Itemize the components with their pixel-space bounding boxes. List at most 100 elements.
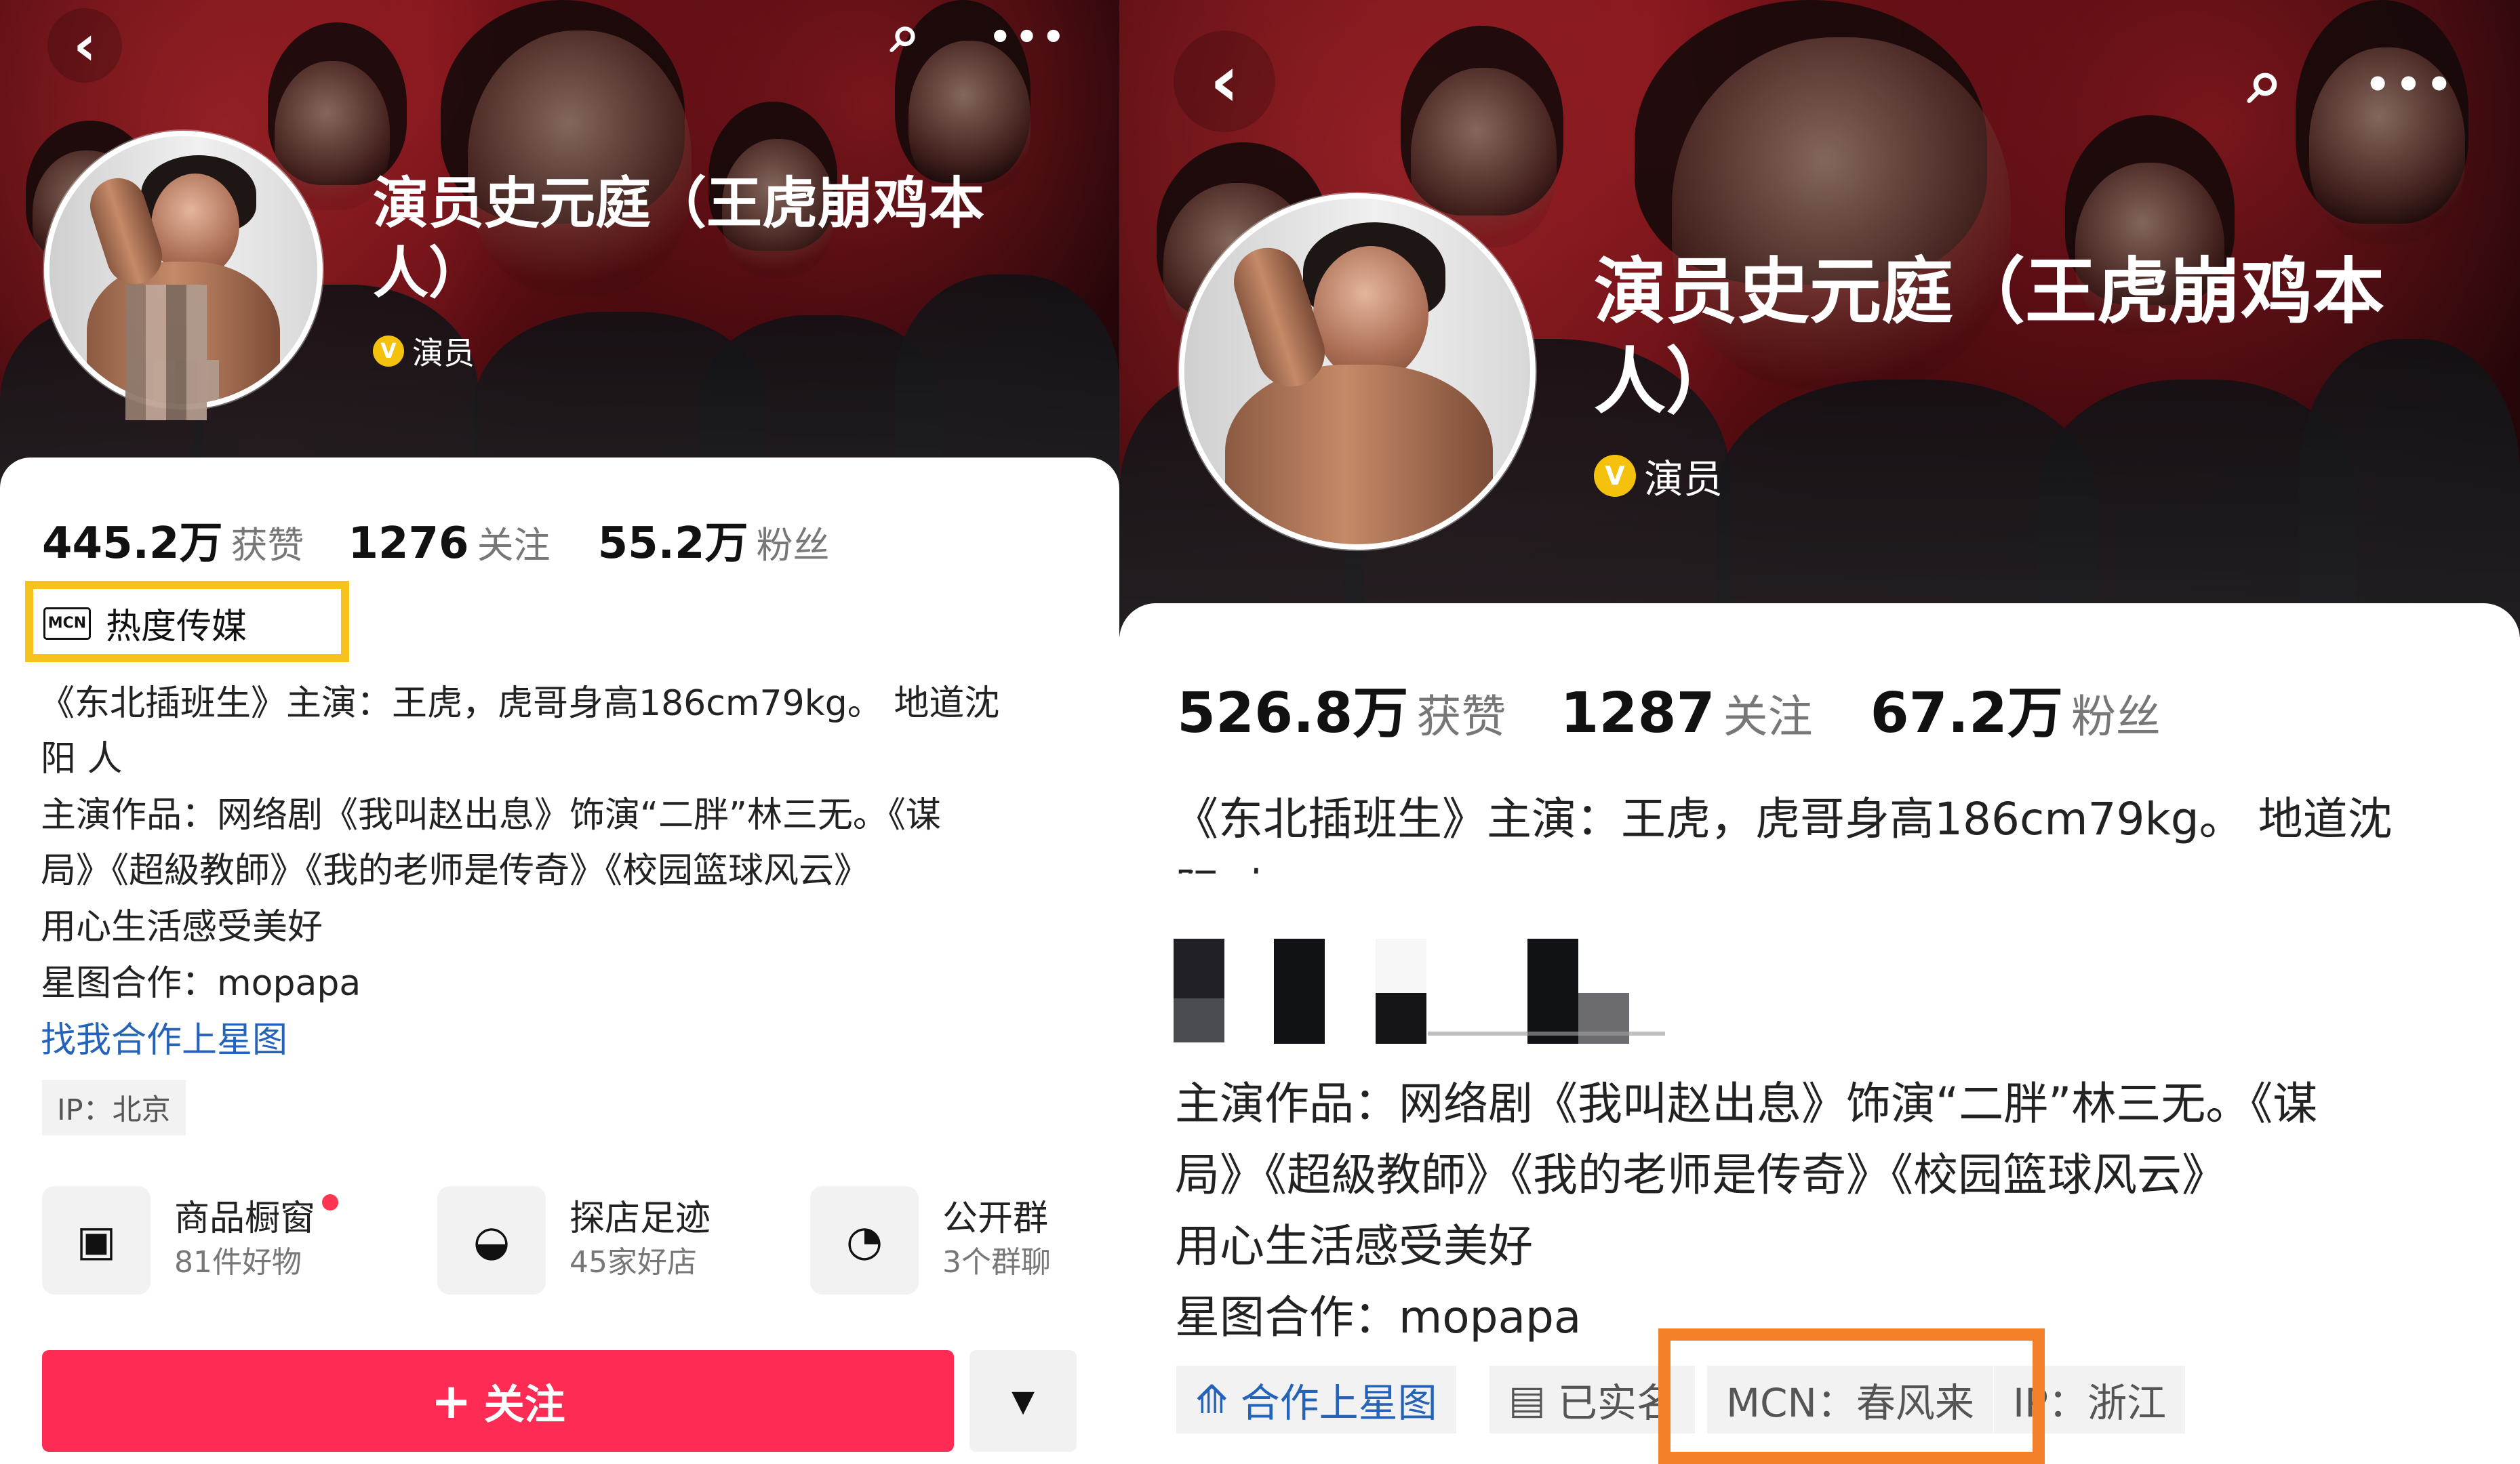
bio-line: 主演作品：网络剧《我叫赵出息》饰演“二胖”林三无。《谋 (1175, 1078, 2318, 1130)
follow-button-label: 关注 (483, 1381, 565, 1429)
following-value[interactable]: 1276 (348, 518, 468, 569)
mcn-name: 热度传媒 (106, 607, 247, 647)
avatar-person-head (1313, 246, 1428, 382)
bio-line: 用心生活感受美好 (1175, 1220, 1533, 1272)
id-card-icon: ▤ (1508, 1377, 1546, 1423)
profile-avatar[interactable] (1179, 193, 1536, 550)
xingtu-icon: ⟰ (1195, 1377, 1228, 1423)
xingtu-chip-label: 合作上星图 (1240, 1380, 1437, 1426)
followers-stat[interactable]: 67.2万 粉丝 (1871, 668, 2161, 748)
bio-line: 阳 人 (41, 739, 123, 779)
store-visits-count: 45家好店 (569, 1244, 697, 1280)
public-group-entry[interactable]: ◔ 公开群 3个群聊 (810, 1186, 1051, 1295)
right-profile-screen: ‹ ⌕ ••• 演员史元庭（王虎崩鸡本 人） V 演员 526.8万 获赞 12… (1119, 0, 2520, 1464)
verification-label: 演员 (1644, 456, 1723, 502)
following-stat[interactable]: 1287 关注 (1560, 680, 1812, 746)
bio-line: 阳 人 (1175, 864, 1279, 916)
profile-title-line-1: 演员史元庭（王虎崩鸡本 (373, 171, 985, 236)
group-chat-icon: ◔ (810, 1186, 919, 1295)
profile-title-line-2: 人） (1594, 340, 1738, 424)
store-visits-title: 探店足迹 (569, 1198, 711, 1239)
shop-window-title: 商品橱窗 (174, 1194, 339, 1241)
xingtu-chip[interactable]: ⟰ 合作上星图 (1176, 1366, 1456, 1434)
following-label[interactable]: 关注 (477, 515, 551, 569)
pixelated-redaction-block (1578, 993, 1629, 1044)
bio-line: 局》《超級教師》《我的老师是传奇》《校园篮球风云》 (41, 851, 870, 891)
left-profile-screen: ‹ ⌕ ••• 演员史元庭（王虎崩鸡本 人） V 演员 445.2万 获赞 12… (0, 0, 1119, 1464)
shop-window-entry[interactable]: ▣ 商品橱窗 81件好物 (42, 1186, 339, 1295)
profile-title-line-1: 演员史元庭（王虎崩鸡本 (1594, 250, 2384, 333)
bio-line: 主演作品：网络剧《我叫赵出息》饰演“二胖”林三无。《谋 (41, 795, 941, 836)
followers-stat[interactable]: 55.2万 粉丝 (598, 508, 830, 571)
public-group-text: 公开群 3个群聊 (942, 1197, 1051, 1284)
store-visits-text: 探店足迹 45家好店 (569, 1197, 711, 1284)
shop-window-count: 81件好物 (174, 1244, 302, 1280)
likes-label: 获赞 (231, 524, 304, 567)
pixelated-redaction-text (1428, 1032, 1665, 1036)
pixelated-redaction-block (1174, 998, 1224, 1042)
shop-window-text: 商品橱窗 81件好物 (174, 1194, 339, 1284)
bio-line: 星图合作：mopapa (1175, 1291, 1582, 1343)
comparison-screenshot: ‹ ⌕ ••• 演员史元庭（王虎崩鸡本 人） V 演员 445.2万 获赞 12… (0, 0, 2520, 1464)
back-icon[interactable]: ‹ (1174, 30, 1275, 132)
public-group-title: 公开群 (942, 1198, 1049, 1239)
profile-info-card: 445.2万 获赞 1276 关注 55.2万 粉丝 MCN 热度传媒 《东北插… (0, 458, 1119, 1464)
likes-label: 获赞 (1416, 691, 1506, 743)
follow-button[interactable]: + 关注 (42, 1350, 954, 1452)
followers-value[interactable]: 67.2万 (1871, 668, 2063, 748)
real-name-chip: ▤ 已实名 (1489, 1366, 1695, 1434)
profile-stats: 526.8万 获赞 1287 关注 67.2万 粉丝 (1177, 668, 2161, 748)
shop-window-icon: ▣ (42, 1186, 151, 1295)
pixelated-redaction-block (1376, 939, 1426, 993)
followers-label[interactable]: 粉丝 (2071, 680, 2161, 746)
pixelated-redaction-block (1274, 939, 1325, 1044)
profile-title: 演员史元庭（王虎崩鸡本 人） (1594, 247, 2384, 427)
ip-chip: IP：浙江 (1994, 1366, 2186, 1434)
verified-icon: V (1594, 455, 1636, 497)
plus-icon: + (431, 1372, 472, 1429)
bio-line: 用心生活感受美好 (41, 907, 323, 948)
verified-icon: V (373, 336, 404, 367)
xingtu-link[interactable]: 找我合作上星图 (41, 1011, 287, 1062)
dropdown-button[interactable]: ▼ (969, 1350, 1077, 1452)
bio-line: 局》《超級教師》《我的老师是传奇》《校园篮球风云》 (1175, 1149, 2226, 1201)
left-profile-banner: ‹ ⌕ ••• 演员史元庭（王虎崩鸡本 人） V 演员 (0, 0, 1119, 515)
mcn-affiliation: MCN 热度传媒 (43, 598, 247, 649)
avatar-censor-block (125, 285, 207, 420)
dropdown-icon: ▼ (1012, 1383, 1035, 1419)
pixelated-redaction-block (1376, 993, 1426, 1044)
avatar-person-body (1225, 365, 1493, 544)
bio-line: 《东北插班生》主演：王虎，虎哥身高186cm79kg。 地道沈 (39, 683, 1000, 724)
search-icon[interactable]: ⌕ (2228, 44, 2302, 119)
following-label[interactable]: 关注 (1723, 680, 1813, 746)
ip-chip: IP：北京 (42, 1080, 186, 1135)
profile-title-line-2: 人） (373, 241, 485, 306)
verification-row: V 演员 (373, 329, 475, 373)
profile-info-card: 526.8万 获赞 1287 关注 67.2万 粉丝 《东北插班生》主演：王虎，… (1119, 603, 2520, 1464)
followers-value[interactable]: 55.2万 (598, 508, 748, 571)
verification-label: 演员 (412, 335, 475, 371)
bio-line: 星图合作：mopapa (41, 963, 361, 1004)
pixelated-redaction-block (1174, 939, 1224, 998)
profile-stats: 445.2万 获赞 1276 关注 55.2万 粉丝 (42, 508, 829, 571)
mcn-chip: MCN：春风来 (1707, 1366, 1993, 1434)
likes-stat: 445.2万 获赞 (42, 508, 304, 571)
profile-title: 演员史元庭（王虎崩鸡本 人） (373, 169, 984, 308)
following-value[interactable]: 1287 (1560, 681, 1715, 746)
real-name-label: 已实名 (1557, 1380, 1676, 1426)
following-stat[interactable]: 1276 关注 (348, 515, 550, 569)
public-group-count: 3个群聊 (942, 1244, 1051, 1280)
more-icon[interactable]: ••• (2365, 51, 2455, 119)
likes-stat: 526.8万 获赞 (1177, 668, 1506, 748)
notification-dot (322, 1194, 339, 1211)
likes-value: 526.8万 (1177, 681, 1409, 746)
store-icon: ◒ (437, 1186, 546, 1295)
store-visits-entry[interactable]: ◒ 探店足迹 45家好店 (437, 1186, 711, 1295)
bio-line: 《东北插班生》主演：王虎，虎哥身高186cm79kg。 地道沈 (1174, 793, 2393, 845)
search-icon[interactable]: ⌕ (875, 3, 936, 64)
mcn-icon: MCN (43, 607, 91, 640)
followers-label[interactable]: 粉丝 (756, 515, 829, 569)
back-icon[interactable]: ‹ (47, 8, 122, 83)
likes-value: 445.2万 (42, 518, 223, 569)
more-icon[interactable]: ••• (989, 10, 1065, 64)
